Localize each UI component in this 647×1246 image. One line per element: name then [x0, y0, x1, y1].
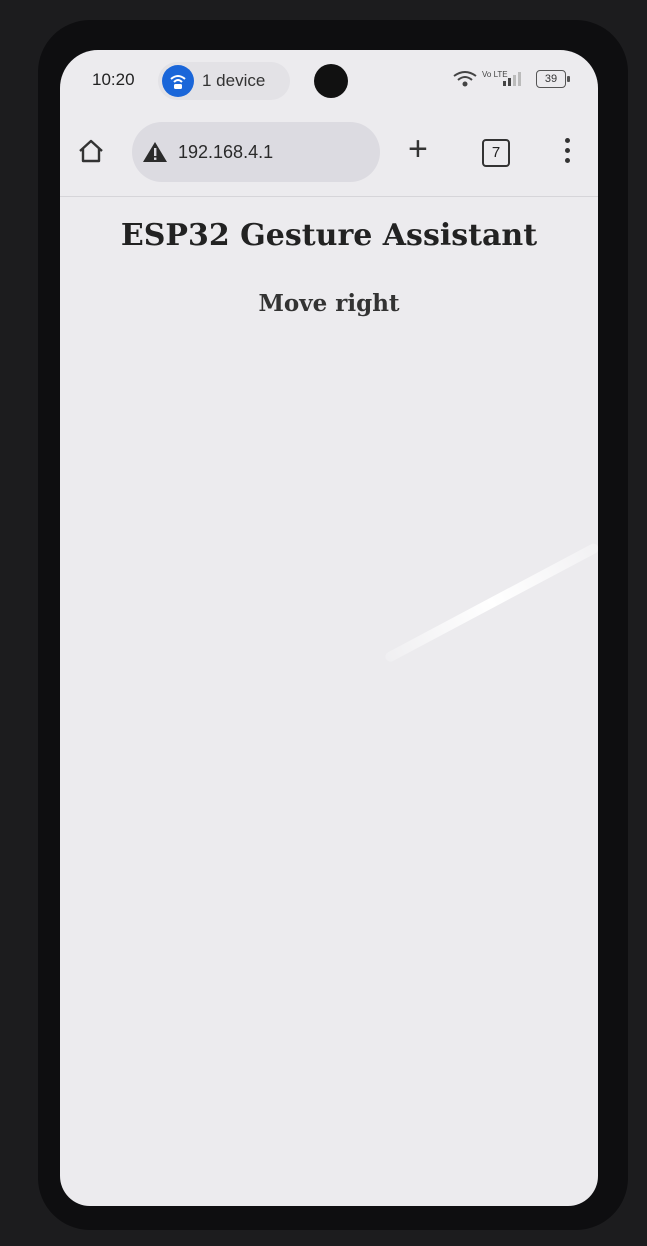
- page-title: ESP32 Gesture Assistant: [120, 218, 538, 253]
- web-page-content: ESP32 Gesture Assistant Move right: [60, 198, 598, 1206]
- warning-icon[interactable]: [142, 141, 168, 163]
- browser-toolbar: 192.168.4.1 + 7: [60, 114, 598, 197]
- hotspot-chip[interactable]: 1 device: [158, 62, 290, 100]
- hotspot-icon: [162, 65, 194, 97]
- tab-count: 7: [491, 144, 501, 161]
- status-bar: 10:20 1 device Vo LTE 39: [60, 50, 598, 112]
- status-time: 10:20: [92, 70, 135, 89]
- status-icons: Vo LTE 39: [452, 70, 572, 90]
- plus-icon[interactable]: +: [408, 132, 428, 166]
- screen-glare: [383, 541, 598, 664]
- battery-icon: 39: [536, 70, 570, 88]
- phone-screen: 10:20 1 device Vo LTE 39 192.168.4.1 + 7…: [60, 50, 598, 1206]
- more-vert-icon[interactable]: [564, 138, 572, 168]
- signal-strength-icon: [503, 72, 521, 86]
- battery-level: 39: [544, 73, 558, 85]
- url-text: 192.168.4.1: [178, 142, 274, 162]
- address-bar[interactable]: 192.168.4.1: [132, 122, 380, 182]
- home-icon[interactable]: [76, 136, 106, 166]
- wifi-icon: [453, 71, 477, 87]
- front-camera: [314, 64, 348, 98]
- hotspot-device-count: 1 device: [202, 71, 266, 90]
- gesture-status-message: Move right: [258, 290, 400, 317]
- tab-switcher-button[interactable]: 7: [482, 139, 510, 167]
